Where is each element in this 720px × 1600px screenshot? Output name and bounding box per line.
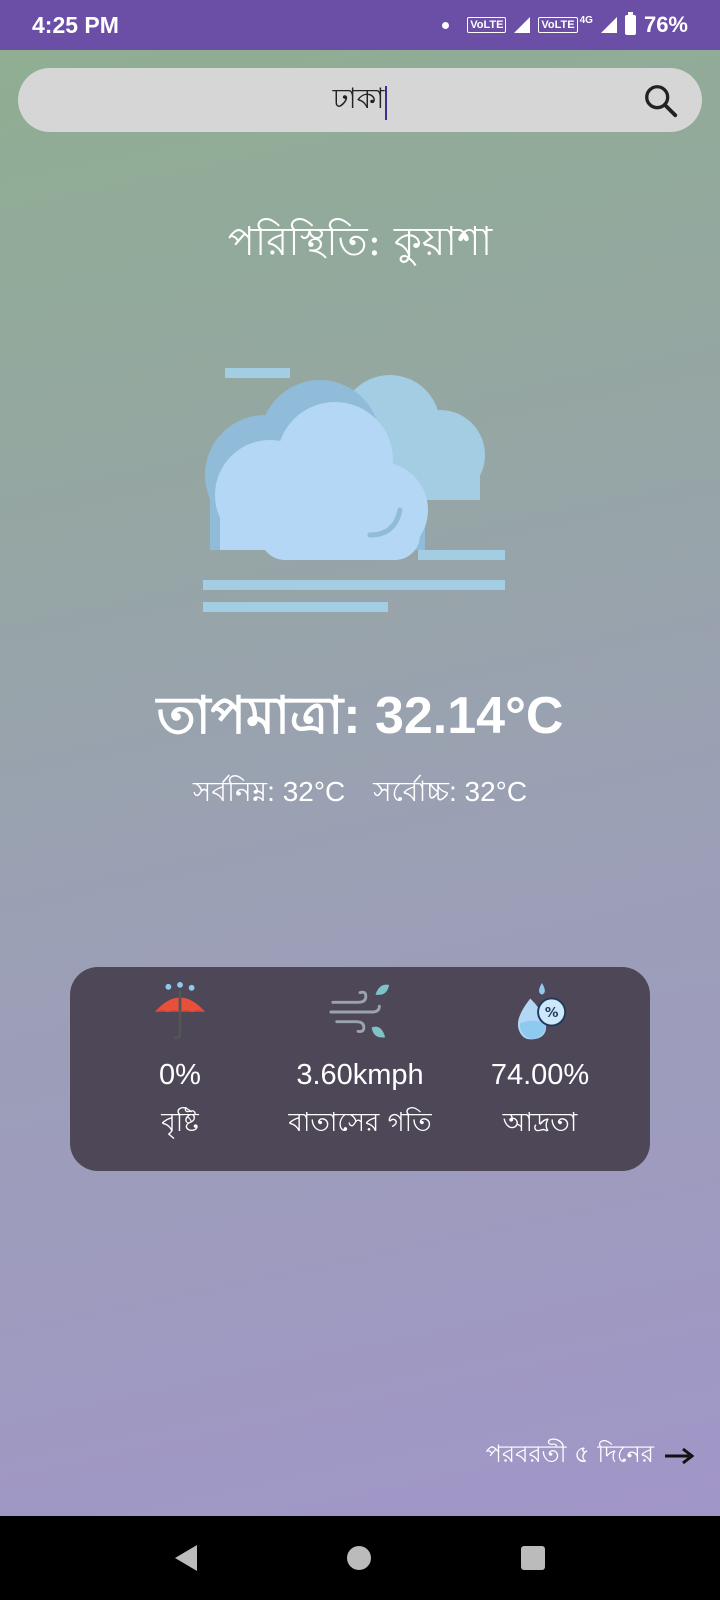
stat-rain: 0% বৃষ্টি: [90, 981, 270, 1171]
weather-app: ঢাকা পরিস্থিতি: কুয়াশা তাপমাত্রা: 32.14…: [0, 50, 720, 1516]
rain-label: বৃষ্টি: [161, 1108, 199, 1138]
humidity-icon: %: [517, 982, 567, 1040]
search-bar[interactable]: ঢাকা: [18, 68, 702, 132]
search-input[interactable]: ঢাকা: [333, 77, 388, 124]
min-max-temperature: সর্বনিম্ন: 32°C সর্বোচ্চ: 32°C: [0, 770, 720, 817]
next-5-days-label: পরবরতী ৫ দিনের: [485, 1440, 654, 1468]
notification-dot-icon: [442, 21, 450, 29]
weather-stats-card: 0% বৃষ্টি 3.60kmph বাতাসের গতি % 74.00%: [70, 967, 650, 1171]
arrow-right-icon: [665, 1447, 694, 1465]
recent-apps-icon[interactable]: [521, 1546, 545, 1570]
wind-icon: [329, 984, 390, 1038]
battery-level: 76%: [643, 12, 688, 37]
humidity-value: 74.00%: [490, 1059, 590, 1091]
volte-badge-1: VoLTE: [467, 17, 507, 33]
humidity-label: আদ্রতা: [502, 1108, 578, 1138]
network-type: 4G: [579, 14, 593, 26]
status-icons: VoLTE VoLTE 4G 76%: [442, 12, 688, 38]
status-time: 4:25 PM: [32, 11, 119, 38]
weather-condition: পরিস্থিতি: কুয়াশা: [227, 219, 493, 265]
battery-icon: [624, 12, 636, 35]
max-temperature: সর্বোচ্চ: 32°C: [373, 776, 528, 807]
system-nav-bar: [0, 1516, 720, 1600]
rain-value: 0%: [159, 1059, 201, 1091]
home-icon[interactable]: [347, 1546, 371, 1570]
next-5-days-link[interactable]: পরবরতী ৫ দিনের: [486, 1436, 694, 1476]
wind-value: 3.60kmph: [296, 1059, 424, 1091]
stat-humidity: % 74.00% আদ্রতা: [450, 981, 630, 1171]
volte-badge-2: VoLTE: [538, 17, 578, 33]
search-input-value: ঢাকা: [332, 81, 385, 115]
fog-cloud-icon: [203, 368, 505, 612]
umbrella-rain-icon: [154, 981, 206, 1040]
text-cursor: [385, 86, 388, 120]
wind-label: বাতাসের গতি: [288, 1108, 432, 1138]
search-icon[interactable]: [642, 82, 680, 120]
stat-wind: 3.60kmph বাতাসের গতি: [270, 981, 450, 1171]
temperature: তাপমাত্রা: 32.14°C: [156, 687, 564, 745]
min-temperature: সর্বনিম্ন: 32°C: [192, 776, 346, 807]
svg-text:%: %: [545, 1005, 559, 1021]
signal-icon: [514, 17, 531, 33]
signal-icon-2: [600, 17, 617, 33]
status-bar: 4:25 PM VoLTE VoLTE 4G 76%: [0, 0, 720, 50]
back-icon[interactable]: [175, 1545, 197, 1571]
